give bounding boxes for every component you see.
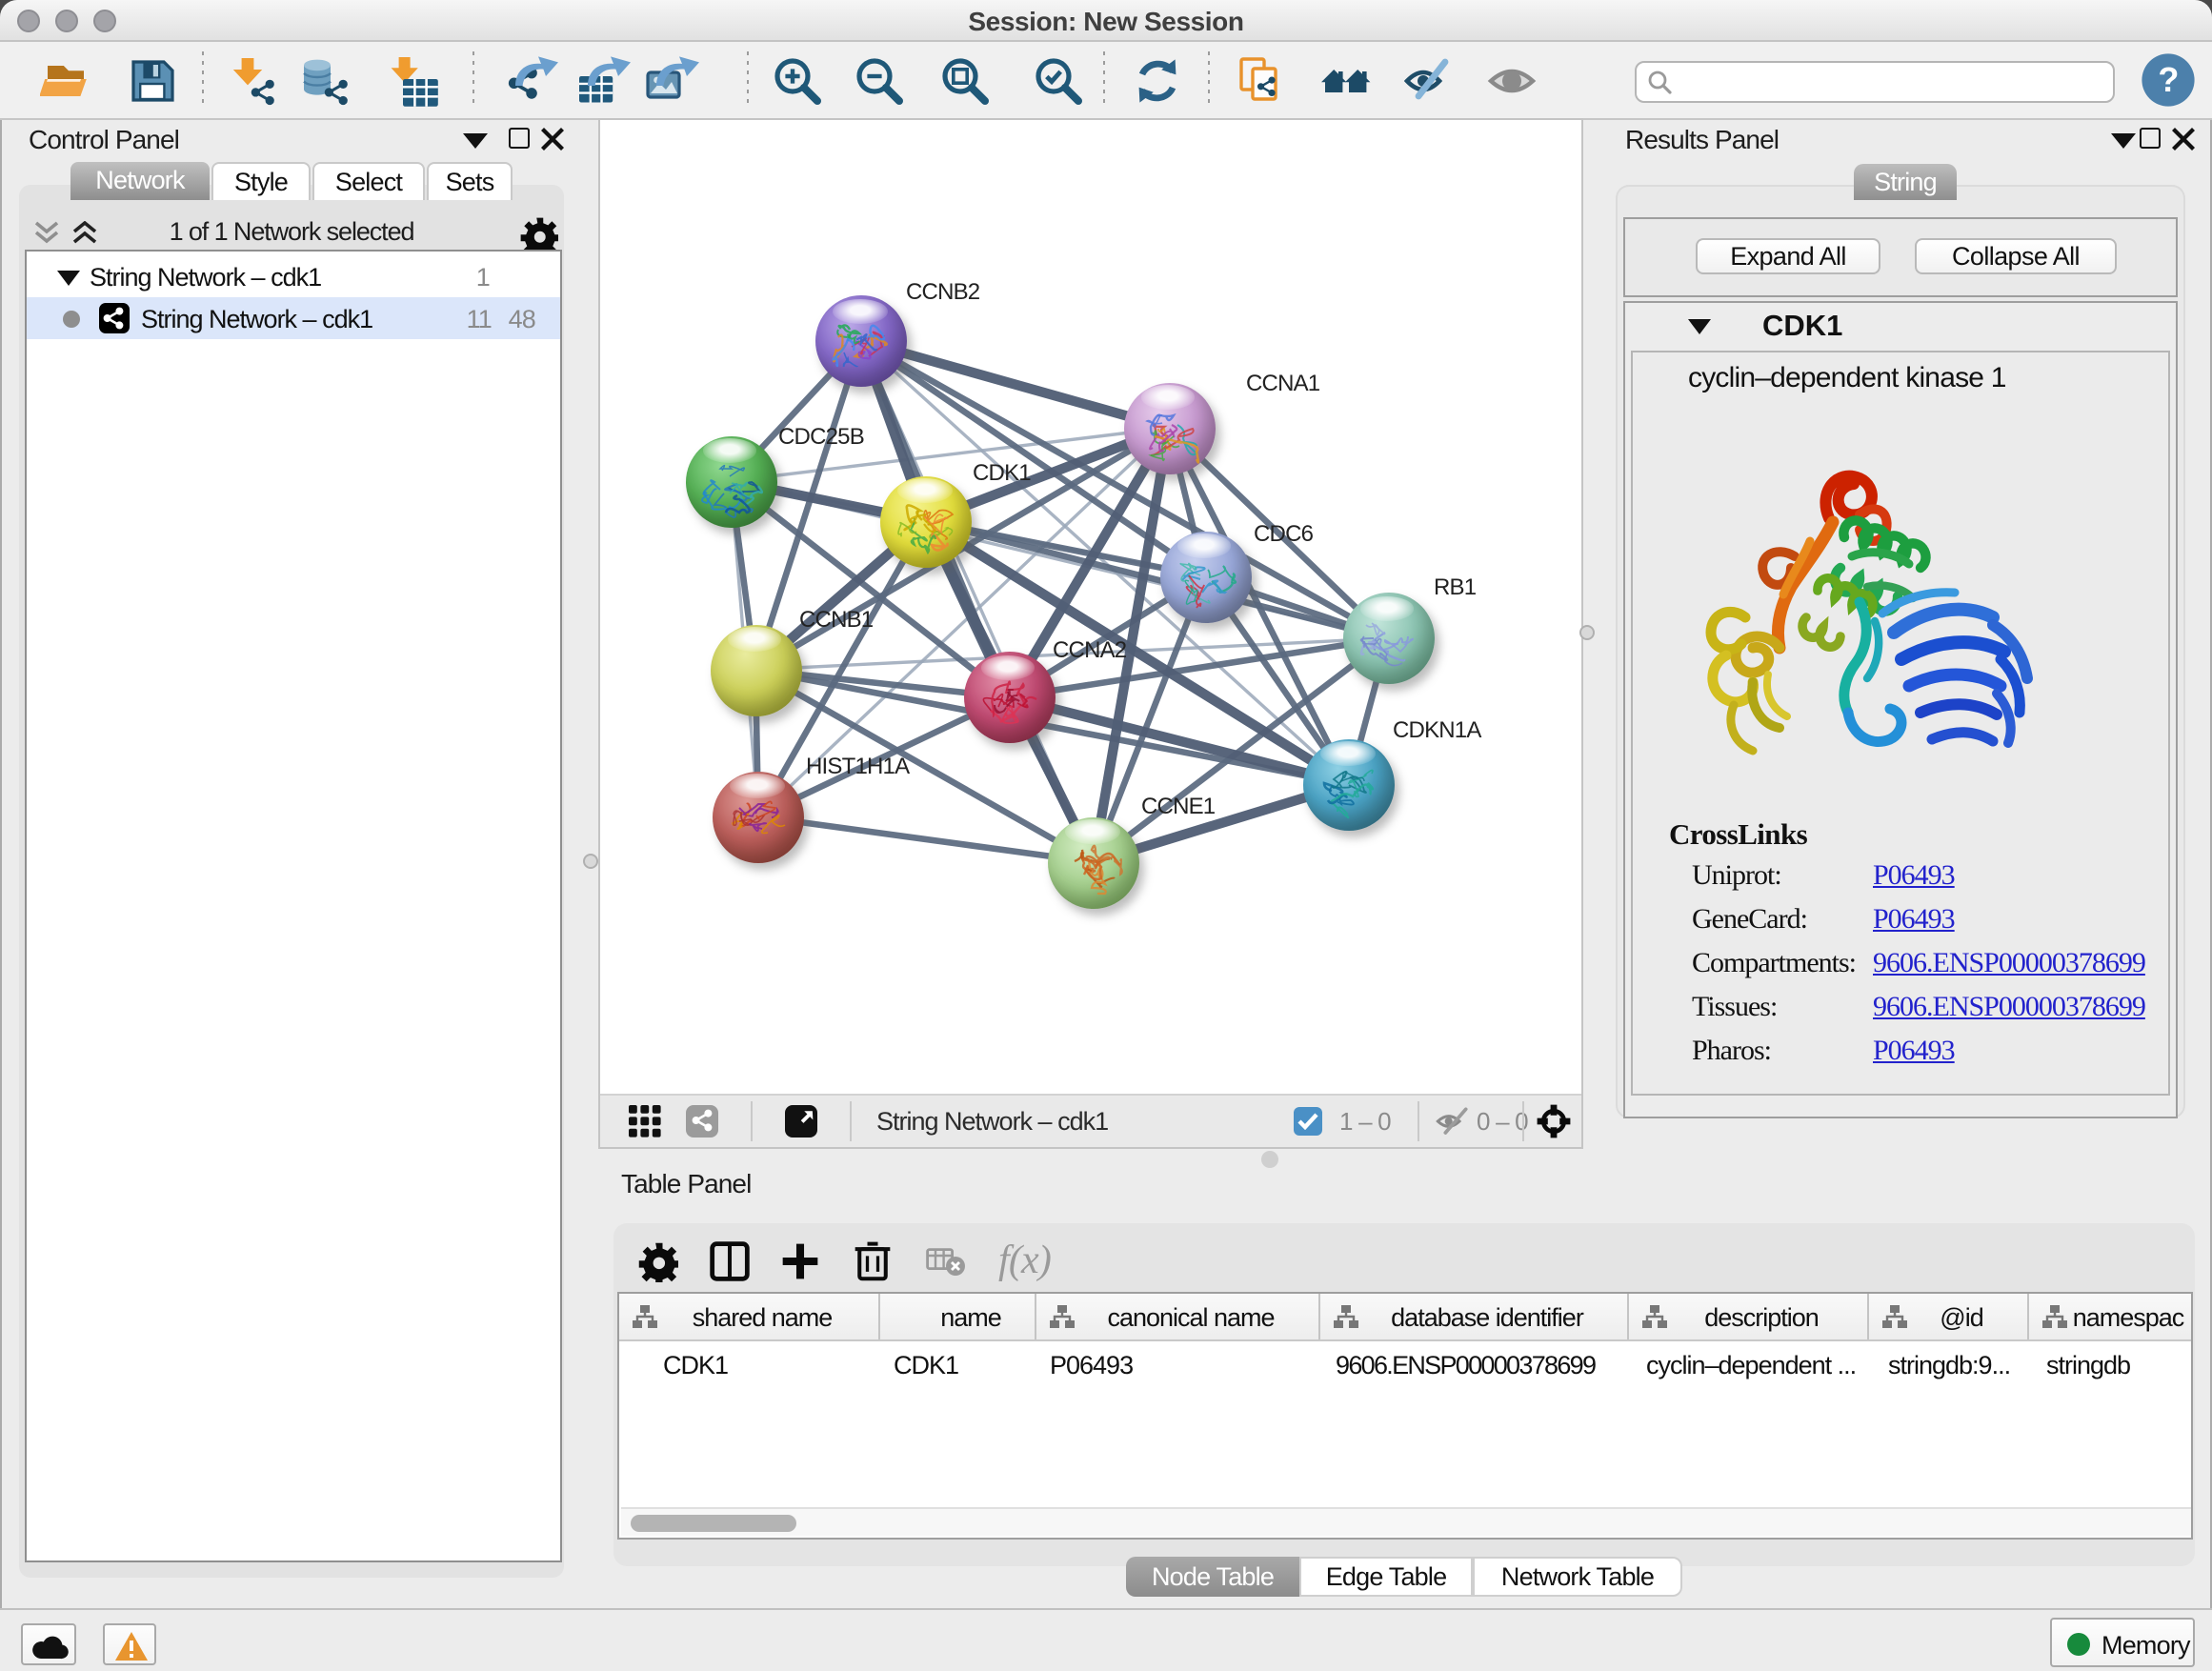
svg-text:?: ?	[2158, 60, 2178, 99]
